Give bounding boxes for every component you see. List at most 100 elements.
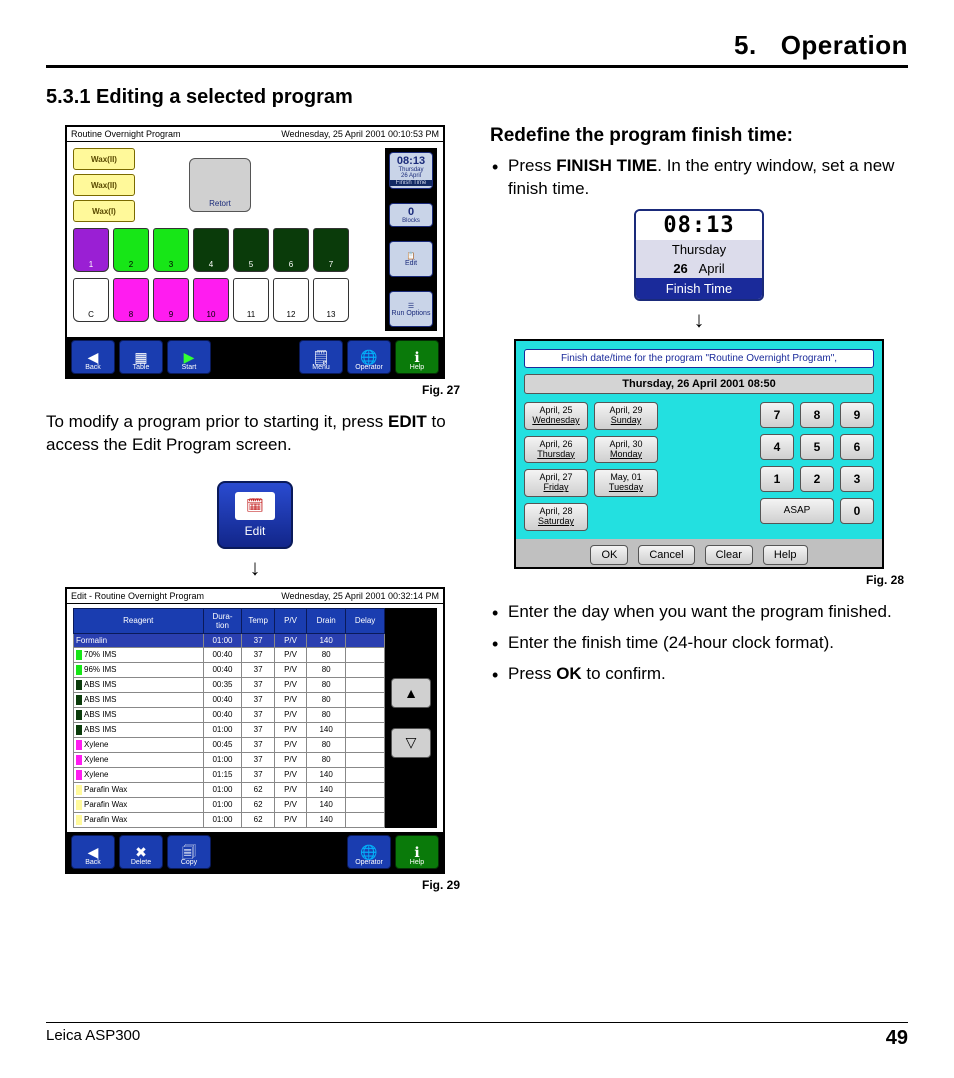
finish-day: Thursday <box>636 240 762 259</box>
row-color-marker <box>76 680 82 690</box>
globe-icon: 🌐 <box>360 350 377 364</box>
day-select-button[interactable]: April, 29Sunday <box>594 402 658 430</box>
table-cell: 70% IMS <box>74 647 204 662</box>
reagent-bottle[interactable]: 5 <box>233 228 269 272</box>
table-row[interactable]: ABS IMS00:3537P/V80 <box>74 677 385 692</box>
operator-button[interactable]: 🌐Operator <box>347 835 391 869</box>
keypad-digit-button[interactable]: 6 <box>840 434 874 460</box>
keypad-digit-button[interactable]: 8 <box>800 402 834 428</box>
run-options-button[interactable]: ☰Run Options <box>389 291 433 327</box>
table-row[interactable]: Xylene01:1537P/V140 <box>74 767 385 782</box>
table-row[interactable]: Xylene01:0037P/V80 <box>74 752 385 767</box>
table-cell: Parafin Wax <box>74 812 204 827</box>
reagent-bottle[interactable]: 8 <box>113 278 149 322</box>
wax-slot[interactable]: Wax(II) <box>73 174 135 196</box>
reagent-bottle[interactable]: C <box>73 278 109 322</box>
row-color-marker <box>76 815 82 825</box>
section-heading: 5.3.1 Editing a selected program <box>46 86 908 109</box>
day-select-button[interactable]: April, 25Wednesday <box>524 402 588 430</box>
info-icon: ℹ <box>414 350 419 364</box>
table-row[interactable]: 70% IMS00:4037P/V80 <box>74 647 385 662</box>
reagent-bottle[interactable]: 10 <box>193 278 229 322</box>
para-edit-instruction: To modify a program prior to starting it… <box>46 411 464 457</box>
table-cell: 62 <box>242 782 274 797</box>
ok-button[interactable]: OK <box>590 545 628 565</box>
reagent-bottle[interactable]: 6 <box>273 228 309 272</box>
table-cell <box>346 692 385 707</box>
table-cell: 00:40 <box>203 662 242 677</box>
keypad-digit-button[interactable]: 5 <box>800 434 834 460</box>
edit-program-table: ReagentDura- tionTempP/VDrainDelay Forma… <box>73 608 385 828</box>
day-select-button[interactable]: May, 01Tuesday <box>594 469 658 497</box>
table-row[interactable]: 96% IMS00:4037P/V80 <box>74 662 385 677</box>
day-select-button[interactable]: April, 30Monday <box>594 436 658 464</box>
bullet-enter-time: Enter the finish time (24-hour clock for… <box>508 632 908 655</box>
edit-side-button[interactable]: 📋Edit <box>389 241 433 277</box>
keypad-digit-button[interactable]: 9 <box>840 402 874 428</box>
keypad-digit-button[interactable]: 7 <box>760 402 794 428</box>
day-select-button[interactable]: April, 28Saturday <box>524 503 588 531</box>
table-row[interactable]: Parafin Wax01:0062P/V140 <box>74 797 385 812</box>
finish-time-display[interactable]: 08:13 Thursday 26 April Finish Time <box>634 209 764 301</box>
table-cell: 140 <box>307 767 346 782</box>
table-cell <box>346 782 385 797</box>
copy-button[interactable]: 🗐Copy <box>167 835 211 869</box>
table-row[interactable]: Xylene00:4537P/V80 <box>74 737 385 752</box>
wax-slot[interactable]: Wax(I) <box>73 200 135 222</box>
reagent-bottle[interactable]: 13 <box>313 278 349 322</box>
keypad-digit-button[interactable]: 0 <box>840 498 874 524</box>
help-button[interactable]: ℹHelp <box>395 340 439 374</box>
retort[interactable]: Retort <box>189 158 251 212</box>
table-cell: 140 <box>307 633 346 647</box>
help-button[interactable]: Help <box>763 545 808 565</box>
table-row[interactable]: ABS IMS00:4037P/V80 <box>74 707 385 722</box>
table-button[interactable]: ▦Table <box>119 340 163 374</box>
day-select-button[interactable]: April, 26Thursday <box>524 436 588 464</box>
scroll-down-button[interactable]: ▽ <box>391 728 431 758</box>
reagent-bottle[interactable]: 1 <box>73 228 109 272</box>
table-row[interactable]: ABS IMS01:0037P/V140 <box>74 722 385 737</box>
fig29-title-left: Edit - Routine Overnight Program <box>71 591 204 601</box>
keypad-digit-button[interactable]: 3 <box>840 466 874 492</box>
start-button[interactable]: ▶Start <box>167 340 211 374</box>
blocks-badge[interactable]: 0 Blocks <box>389 203 433 227</box>
table-header: Drain <box>307 608 346 633</box>
table-row[interactable]: Parafin Wax01:0062P/V140 <box>74 782 385 797</box>
copy-icon: 🗐 <box>182 845 196 859</box>
reagent-bottle[interactable]: 11 <box>233 278 269 322</box>
table-row[interactable]: Parafin Wax01:0062P/V140 <box>74 812 385 827</box>
chapter-title: Operation <box>781 30 908 61</box>
back-button[interactable]: ◀Back <box>71 340 115 374</box>
menu-button[interactable]: 🗒Menu <box>299 340 343 374</box>
reagent-bottle[interactable]: 7 <box>313 228 349 272</box>
row-color-marker <box>76 800 82 810</box>
table-row[interactable]: Formalin01:0037P/V140 <box>74 633 385 647</box>
table-header: Reagent <box>74 608 204 633</box>
operator-button[interactable]: 🌐Operator <box>347 340 391 374</box>
cancel-button[interactable]: Cancel <box>638 545 694 565</box>
scroll-up-button[interactable]: ▲ <box>391 678 431 708</box>
edit-badge[interactable]: 🗓 Edit <box>217 481 293 549</box>
table-row[interactable]: ABS IMS00:4037P/V80 <box>74 692 385 707</box>
keypad-digit-button[interactable]: 2 <box>800 466 834 492</box>
keypad-digit-button[interactable]: 1 <box>760 466 794 492</box>
reagent-bottle[interactable]: 3 <box>153 228 189 272</box>
back-button[interactable]: ◀Back <box>71 835 115 869</box>
table-cell: ABS IMS <box>74 722 204 737</box>
day-select-button[interactable]: April, 27Friday <box>524 469 588 497</box>
help-button[interactable]: ℹHelp <box>395 835 439 869</box>
row-color-marker <box>76 695 82 705</box>
keypad-digit-button[interactable]: 4 <box>760 434 794 460</box>
clear-button[interactable]: Clear <box>705 545 753 565</box>
reagent-bottle[interactable]: 4 <box>193 228 229 272</box>
wax-slot[interactable]: Wax(II) <box>73 148 135 170</box>
asap-button[interactable]: ASAP <box>760 498 834 524</box>
reagent-bottle[interactable]: 12 <box>273 278 309 322</box>
table-cell: 37 <box>242 737 274 752</box>
finish-time-badge[interactable]: 08:13 Thursday 26 April Finish Time <box>389 152 433 189</box>
reagent-bottle[interactable]: 2 <box>113 228 149 272</box>
reagent-bottle[interactable]: 9 <box>153 278 189 322</box>
row-color-marker <box>76 770 82 780</box>
delete-button[interactable]: ✖Delete <box>119 835 163 869</box>
fig27-caption: Fig. 27 <box>46 383 460 397</box>
